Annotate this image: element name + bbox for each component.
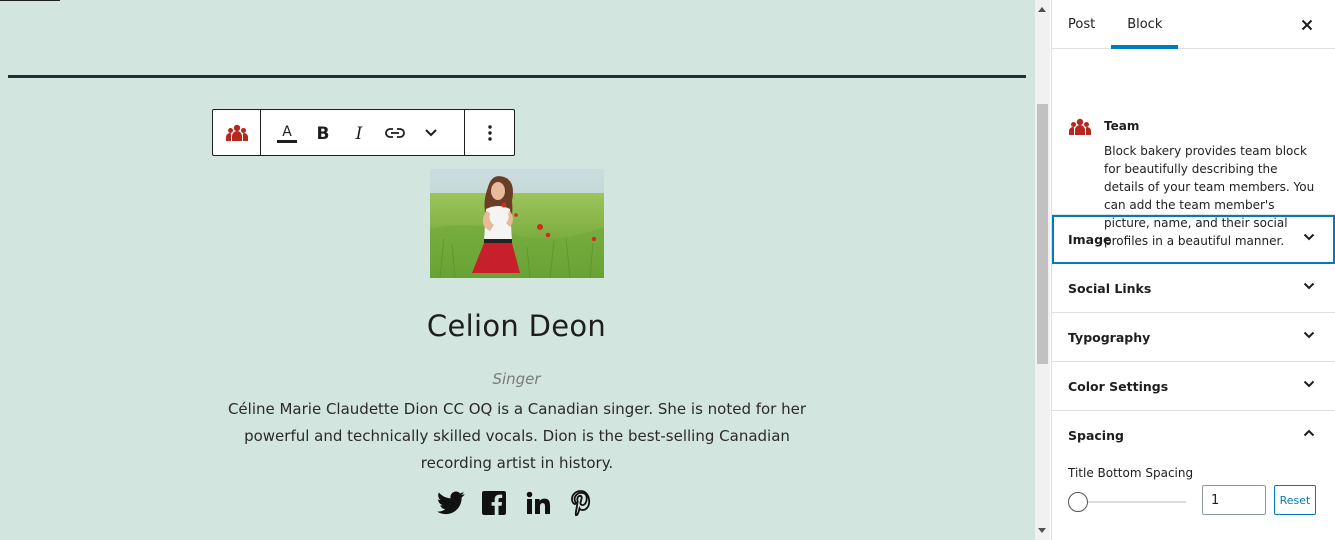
top-line xyxy=(0,0,60,1)
linkedin-link[interactable] xyxy=(523,488,553,518)
bold-button[interactable]: B xyxy=(305,115,341,151)
spacing-panel-body: Title Bottom Spacing Reset xyxy=(1052,460,1335,540)
facebook-icon xyxy=(482,491,507,515)
options-group xyxy=(465,110,514,155)
member-bio[interactable]: Céline Marie Claudette Dion CC OQ is a C… xyxy=(222,396,812,477)
block-card: Team Block bakery provides team block fo… xyxy=(1052,49,1335,248)
more-options-button[interactable] xyxy=(472,115,508,151)
close-sidebar-button[interactable] xyxy=(1297,15,1317,35)
settings-sidebar: Post Block Team Block bakery provides te… xyxy=(1051,0,1335,540)
scroll-up-arrow-icon[interactable] xyxy=(1038,7,1046,12)
panel-spacing-label: Spacing xyxy=(1068,428,1124,443)
chevron-down-icon xyxy=(1303,380,1315,388)
social-links xyxy=(436,488,596,518)
panel-typography-label: Typography xyxy=(1068,329,1151,345)
team-icon xyxy=(225,124,248,141)
panel-color-settings-label: Color Settings xyxy=(1068,378,1169,394)
scroll-thumb[interactable] xyxy=(1037,104,1048,364)
more-options-icon xyxy=(487,124,492,141)
scroll-down-arrow-icon[interactable] xyxy=(1038,528,1046,533)
facebook-link[interactable] xyxy=(480,488,510,518)
panel-image[interactable]: Image xyxy=(1052,215,1335,264)
text-color-letter: A xyxy=(282,124,292,140)
more-formats-button[interactable] xyxy=(413,115,449,151)
separator-block[interactable] xyxy=(8,75,1026,78)
panel-typography[interactable]: Typography xyxy=(1052,313,1335,362)
text-color-icon: A xyxy=(277,124,297,143)
spacing-slider-track[interactable] xyxy=(1074,501,1186,503)
linkedin-icon xyxy=(526,491,550,514)
member-photo[interactable] xyxy=(430,169,604,278)
spacing-slider-handle[interactable] xyxy=(1068,492,1088,512)
pinterest-link[interactable] xyxy=(567,488,597,518)
italic-button[interactable]: I xyxy=(341,115,377,151)
pinterest-icon xyxy=(571,490,591,516)
member-name[interactable]: Celion Deon xyxy=(280,309,753,343)
panel-color-settings[interactable]: Color Settings xyxy=(1052,362,1335,411)
panel-image-label: Image xyxy=(1068,232,1112,247)
member-role[interactable]: Singer xyxy=(280,370,753,388)
chevron-down-icon xyxy=(1303,233,1315,241)
bold-letter: B xyxy=(317,124,330,143)
block-type-button[interactable] xyxy=(219,115,255,151)
reset-button[interactable]: Reset xyxy=(1274,485,1316,515)
block-toolbar: A B I xyxy=(212,109,515,156)
close-icon xyxy=(1301,19,1313,31)
title-bottom-spacing-label: Title Bottom Spacing xyxy=(1068,466,1194,480)
twitter-icon xyxy=(436,491,465,515)
twitter-link[interactable] xyxy=(436,488,466,518)
chevron-down-icon xyxy=(1303,282,1315,290)
chevron-down-icon xyxy=(1303,331,1315,339)
block-card-title: Team xyxy=(1104,119,1140,133)
block-type-group xyxy=(213,110,261,155)
chevron-up-icon xyxy=(1303,429,1315,437)
tab-block[interactable]: Block xyxy=(1111,0,1179,49)
editor-canvas: A B I Celion Deon Singer Céline Marie Cl… xyxy=(0,0,1035,540)
panel-social-links[interactable]: Social Links xyxy=(1052,264,1335,313)
editor-scrollbar[interactable] xyxy=(1035,0,1050,540)
team-icon xyxy=(1069,118,1091,135)
panel-social-links-label: Social Links xyxy=(1068,280,1152,296)
bold-icon: B xyxy=(317,124,330,143)
italic-letter: I xyxy=(355,124,363,143)
text-color-button[interactable]: A xyxy=(269,115,305,151)
spacing-number-input[interactable] xyxy=(1202,485,1266,515)
chevron-down-icon xyxy=(425,128,437,136)
format-group: A B I xyxy=(261,110,465,155)
link-button[interactable] xyxy=(377,115,413,151)
sidebar-tabs: Post Block xyxy=(1052,0,1335,49)
tab-post[interactable]: Post xyxy=(1052,0,1111,49)
member-photo-image xyxy=(430,169,604,278)
panel-spacing[interactable]: Spacing xyxy=(1052,411,1335,460)
link-icon xyxy=(385,127,405,138)
italic-icon: I xyxy=(355,124,363,143)
